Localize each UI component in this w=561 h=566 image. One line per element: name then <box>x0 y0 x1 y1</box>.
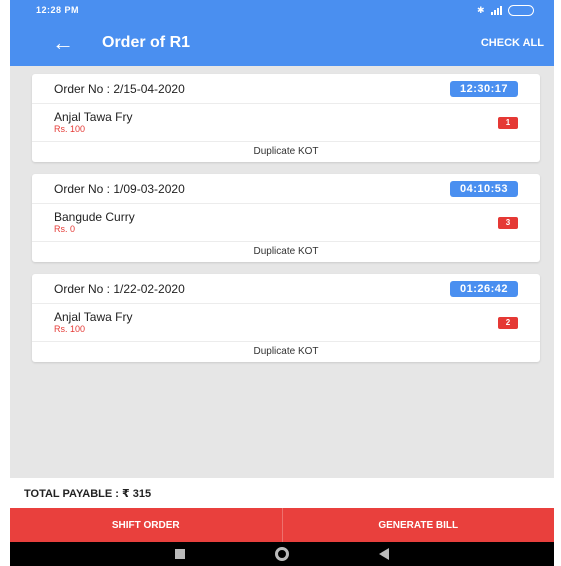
order-header: Order No : 2/15-04-2020 12:30:17 <box>32 74 540 104</box>
page-title: Order of R1 <box>102 34 191 51</box>
quantity-badge: 1 <box>498 116 518 129</box>
item-price: Rs. 0 <box>54 223 76 234</box>
total-payable-label: TOTAL PAYABLE : ₹ 315 <box>24 487 152 500</box>
order-card: Order No : 1/22-02-2020 01:26:42 Anjal T… <box>32 274 540 362</box>
shift-order-button[interactable]: SHIFT ORDER <box>10 508 282 542</box>
order-number: Order No : 1/09-03-2020 <box>54 181 185 196</box>
order-time-badge: 12:30:17 <box>449 80 518 97</box>
item-info: Anjal Tawa Fry Rs. 100 <box>54 309 133 335</box>
order-list: Order No : 2/15-04-2020 12:30:17 Anjal T… <box>32 74 540 374</box>
quantity-badge: 2 <box>498 316 518 329</box>
item-name: Anjal Tawa Fry <box>54 109 133 124</box>
item-price: Rs. 100 <box>54 323 86 334</box>
item-name: Bangude Curry <box>54 209 135 224</box>
item-info: Bangude Curry Rs. 0 <box>54 209 135 235</box>
order-header: Order No : 1/22-02-2020 01:26:42 <box>32 274 540 304</box>
quantity-badge: 3 <box>498 216 518 229</box>
order-number: Order No : 2/15-04-2020 <box>54 81 185 96</box>
bluetooth-icon: ✱ <box>476 4 485 15</box>
item-info: Anjal Tawa Fry Rs. 100 <box>54 109 133 135</box>
app-bar: ← Order of R1 CHECK ALL <box>10 20 554 66</box>
status-bar: 12:28 PM ✱ <box>10 0 554 20</box>
signal-icon <box>491 5 502 15</box>
order-header: Order No : 1/09-03-2020 04:10:53 <box>32 174 540 204</box>
total-payable: TOTAL PAYABLE : ₹ 315 <box>10 478 554 508</box>
system-nav-bar <box>10 542 554 566</box>
home-icon[interactable] <box>275 547 289 561</box>
order-time-badge: 04:10:53 <box>449 180 518 197</box>
duplicate-kot-button[interactable]: Duplicate KOT <box>32 242 540 262</box>
order-time-badge: 01:26:42 <box>449 280 518 297</box>
order-item: Anjal Tawa Fry Rs. 100 2 <box>32 304 540 342</box>
duplicate-kot-button[interactable]: Duplicate KOT <box>32 342 540 362</box>
arrow-left-icon[interactable]: ← <box>52 32 82 54</box>
action-bar: SHIFT ORDER GENERATE BILL <box>10 508 554 542</box>
generate-bill-button[interactable]: GENERATE BILL <box>281 508 555 542</box>
recents-icon[interactable] <box>175 549 185 559</box>
order-card: Order No : 1/09-03-2020 04:10:53 Bangude… <box>32 174 540 262</box>
order-item: Bangude Curry Rs. 0 3 <box>32 204 540 242</box>
item-name: Anjal Tawa Fry <box>54 309 133 324</box>
order-item: Anjal Tawa Fry Rs. 100 1 <box>32 104 540 142</box>
phone-screen: 12:28 PM ✱ ← Order of R1 CHECK ALL Order… <box>10 0 554 566</box>
status-time: 12:28 PM <box>36 5 80 15</box>
status-icons: ✱ <box>476 4 534 16</box>
order-card: Order No : 2/15-04-2020 12:30:17 Anjal T… <box>32 74 540 162</box>
battery-icon <box>508 4 534 16</box>
duplicate-kot-button[interactable]: Duplicate KOT <box>32 142 540 162</box>
check-all-button[interactable]: CHECK ALL <box>481 37 544 49</box>
item-price: Rs. 100 <box>54 123 86 134</box>
order-number: Order No : 1/22-02-2020 <box>54 281 185 296</box>
back-triangle-icon[interactable] <box>379 548 389 560</box>
